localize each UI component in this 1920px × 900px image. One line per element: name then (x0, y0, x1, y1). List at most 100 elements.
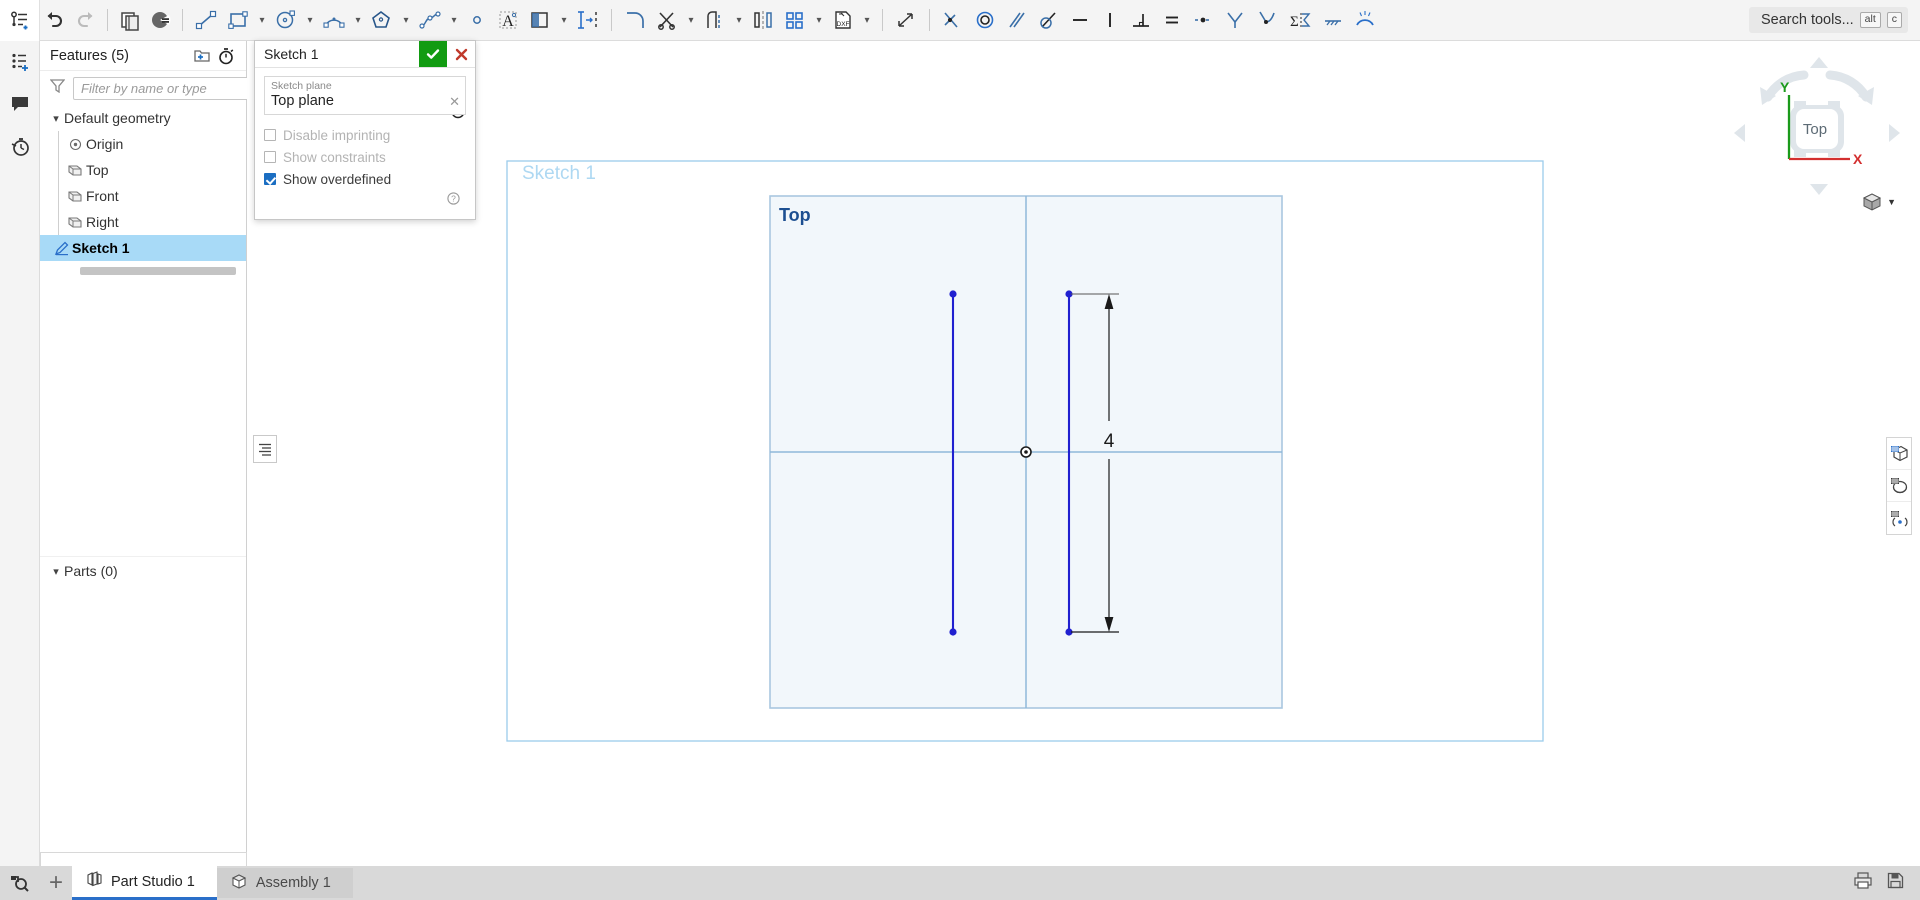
line-icon[interactable] (190, 0, 222, 41)
perpendicular-icon[interactable] (1125, 0, 1157, 41)
search-shortcut-alt: alt (1859, 12, 1881, 28)
chevron-down-icon[interactable]: ▾ (446, 0, 462, 41)
chevron-down-icon[interactable]: ▾ (48, 565, 64, 578)
equal-icon[interactable] (1157, 0, 1187, 41)
search-document-icon[interactable] (0, 866, 40, 900)
redo-icon[interactable] (70, 0, 100, 41)
sketch-display-icon[interactable] (1887, 438, 1911, 470)
copy-icon[interactable] (115, 0, 145, 41)
filter-icon[interactable] (49, 78, 66, 98)
chevron-down-icon[interactable]: ▾ (859, 0, 875, 41)
disable-imprinting-checkbox[interactable] (264, 129, 276, 141)
panel-collapse-handle[interactable] (253, 435, 277, 463)
rail-item-comments[interactable] (0, 83, 40, 125)
tree-node-right[interactable]: Right (40, 209, 246, 235)
add-tab-button[interactable]: + (40, 866, 72, 900)
linear-pattern-icon[interactable] (779, 0, 811, 41)
offset-icon[interactable] (572, 0, 604, 41)
chevron-down-icon[interactable]: ▾ (811, 0, 827, 41)
chevron-down-icon[interactable]: ▼ (1887, 197, 1896, 207)
mirror-icon[interactable] (747, 0, 779, 41)
sketch-constraints-icon[interactable] (1887, 502, 1911, 534)
parallel-icon[interactable] (1001, 0, 1033, 41)
document-tab-part-studio-1[interactable]: Part Studio 1 (72, 866, 217, 900)
add-folder-icon[interactable] (190, 44, 214, 68)
chevron-down-icon[interactable]: ▾ (731, 0, 747, 41)
cancel-button[interactable] (447, 41, 475, 67)
arc-icon[interactable] (318, 0, 350, 41)
disable-imprinting-checkbox-row[interactable]: Disable imprinting (264, 124, 466, 146)
circle-icon[interactable] (270, 0, 302, 41)
tree-node-sketch-1[interactable]: Sketch 1 (40, 235, 246, 261)
feature-list-icon[interactable] (0, 0, 40, 41)
view-cube-face-label[interactable]: Top (1782, 101, 1848, 157)
paste-icon[interactable] (145, 0, 175, 41)
search-tools-input[interactable]: Search tools... alt c (1748, 7, 1908, 33)
show-overdefined-checkbox-row[interactable]: Show overdefined (264, 168, 466, 190)
chevron-down-icon[interactable]: ▾ (254, 0, 270, 41)
chevron-down-icon[interactable]: ▾ (556, 0, 572, 41)
vertical-icon[interactable] (1095, 0, 1125, 41)
document-tab-assembly-1[interactable]: Assembly 1 (216, 868, 353, 898)
tree-node-origin[interactable]: Origin (40, 131, 246, 157)
clear-selection-icon[interactable]: ✕ (449, 94, 460, 110)
point-icon[interactable] (462, 0, 492, 41)
tree-node-front[interactable]: Front (40, 183, 246, 209)
feature-filter-input[interactable] (73, 76, 267, 100)
fix-icon[interactable] (1317, 0, 1349, 41)
help-icon[interactable]: ? (447, 192, 460, 209)
dimension-value-label[interactable]: 4 (1104, 431, 1115, 452)
trim-icon[interactable] (651, 0, 683, 41)
curvature-icon[interactable] (1251, 0, 1283, 41)
concentric-icon[interactable] (969, 0, 1001, 41)
dimension-icon[interactable] (890, 0, 922, 41)
view-cube[interactable]: Top Y X ▼ (1732, 49, 1902, 219)
use-projection-icon[interactable] (524, 0, 556, 41)
chevron-down-icon[interactable]: ▾ (683, 0, 699, 41)
polygon-icon[interactable] (366, 0, 398, 41)
view-rotate-up-arrow[interactable] (1810, 57, 1828, 68)
feature-rollback-bar[interactable] (80, 267, 236, 275)
rectangle-icon[interactable] (222, 0, 254, 41)
sketch-plane-field[interactable]: Sketch plane Top plane ✕ (264, 76, 466, 115)
chevron-down-icon[interactable]: ▾ (48, 112, 64, 125)
undo-icon[interactable] (40, 0, 70, 41)
spline-icon[interactable] (414, 0, 446, 41)
left-icon-rail (0, 41, 40, 866)
display-mode-button[interactable]: ▼ (1861, 191, 1896, 213)
origin-marker[interactable] (1020, 446, 1032, 458)
graphics-canvas[interactable]: Sketch 1 Top 4 Top Y X ▼ (247, 41, 1920, 866)
view-rotate-right-arrow[interactable] (1889, 124, 1900, 142)
fillet-icon[interactable] (619, 0, 651, 41)
chevron-down-icon[interactable]: ▾ (398, 0, 414, 41)
tangent-icon[interactable] (1033, 0, 1065, 41)
dxf-import-icon[interactable]: DXF (827, 0, 859, 41)
tree-node-default-geometry[interactable]: ▾ Default geometry (40, 105, 246, 131)
normal-icon[interactable] (1349, 0, 1381, 41)
construction-icon[interactable]: Σ (1283, 0, 1317, 41)
coincident-icon[interactable] (937, 0, 969, 41)
horizontal-icon[interactable] (1065, 0, 1095, 41)
tree-node-top[interactable]: Top (40, 157, 246, 183)
rollback-timer-icon[interactable] (214, 44, 238, 68)
parts-section-header[interactable]: ▾ Parts (0) (40, 555, 246, 586)
features-count-label: Features (5) (50, 47, 129, 64)
sketch-rotate-icon[interactable] (1887, 470, 1911, 502)
symmetric-icon[interactable] (1219, 0, 1251, 41)
rail-item-history[interactable] (0, 125, 40, 167)
show-constraints-checkbox[interactable] (264, 151, 276, 163)
accept-button[interactable] (419, 41, 447, 67)
text-icon[interactable]: A (492, 0, 524, 41)
view-rotate-left-arrow[interactable] (1734, 124, 1745, 142)
show-overdefined-checkbox[interactable] (264, 173, 276, 185)
rail-item-feature-list[interactable] (0, 41, 40, 83)
print-icon[interactable] (1853, 871, 1873, 894)
extend-icon[interactable] (699, 0, 731, 41)
chevron-down-icon[interactable]: ▾ (302, 0, 318, 41)
save-icon[interactable] (1887, 872, 1904, 894)
show-constraints-checkbox-row[interactable]: Show constraints (264, 146, 466, 168)
view-rotate-down-arrow[interactable] (1810, 184, 1828, 195)
search-placeholder: Search tools... (1760, 12, 1854, 28)
chevron-down-icon[interactable]: ▾ (350, 0, 366, 41)
midpoint-icon[interactable] (1187, 0, 1219, 41)
